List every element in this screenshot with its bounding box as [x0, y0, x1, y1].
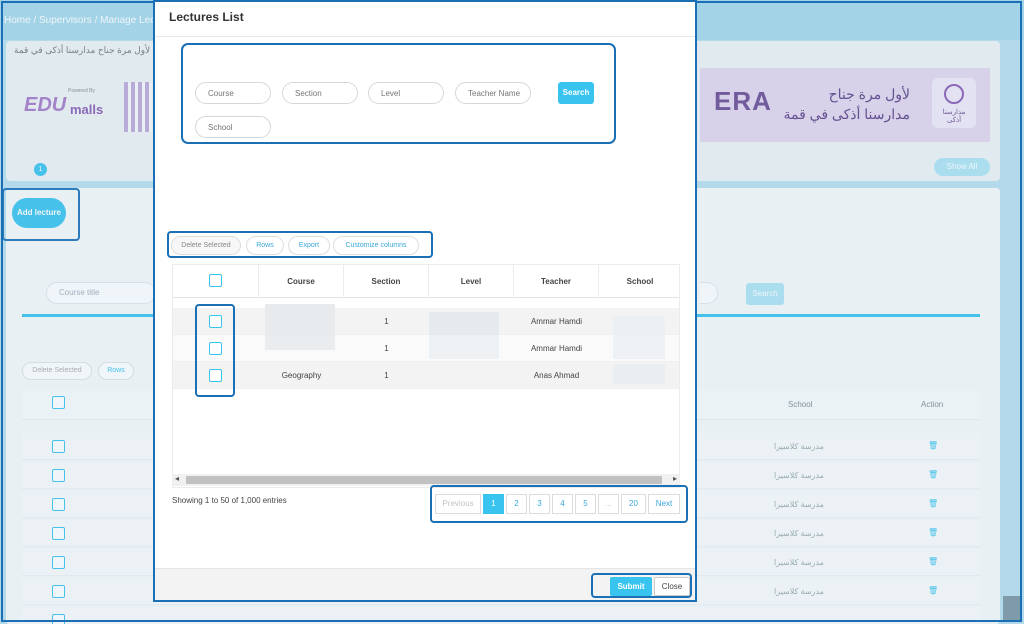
- redacted-course: [265, 304, 335, 335]
- page-3-button[interactable]: 3: [529, 494, 550, 514]
- redacted-school: [613, 335, 665, 359]
- page-2-button[interactable]: 2: [506, 494, 527, 514]
- customize-columns-button[interactable]: Customize columns: [333, 236, 419, 255]
- delete-selected-button[interactable]: Delete Selected: [171, 236, 241, 255]
- section-cell: 1: [384, 344, 389, 353]
- page-4-button[interactable]: 4: [552, 494, 573, 514]
- header-select-cell: [173, 265, 259, 298]
- previous-page-button[interactable]: Previous: [435, 494, 481, 514]
- header-section[interactable]: Section: [344, 265, 429, 298]
- redacted-level: [429, 312, 499, 335]
- redacted-course: [265, 335, 335, 350]
- export-button[interactable]: Export: [288, 236, 330, 255]
- header-school[interactable]: School: [599, 265, 679, 298]
- close-button[interactable]: Close: [654, 577, 690, 596]
- header-level[interactable]: Level: [429, 265, 514, 298]
- table-header: Course Section Level Teacher School: [173, 265, 679, 298]
- page-20-button[interactable]: 20: [621, 494, 646, 514]
- course-filter-input[interactable]: [195, 82, 271, 104]
- table-row[interactable]: 1 Ammar Hamdi: [173, 304, 679, 338]
- teacher-cell: Ammar Hamdi: [530, 317, 583, 326]
- search-button[interactable]: Search: [558, 82, 594, 104]
- course-cell: Geography: [281, 371, 322, 380]
- table-row[interactable]: Geography 1 Anas Ahmad: [173, 362, 679, 389]
- school-filter-input[interactable]: [195, 116, 271, 138]
- teacher-cell: Anas Ahmad: [533, 371, 580, 380]
- scroll-right-icon[interactable]: ▸: [673, 474, 677, 483]
- rows-button[interactable]: Rows: [246, 236, 284, 255]
- next-page-button[interactable]: Next: [648, 494, 680, 514]
- section-cell: 1: [384, 371, 389, 380]
- level-filter-input[interactable]: [368, 82, 444, 104]
- redacted-level: [429, 335, 499, 359]
- teacher-cell: Ammar Hamdi: [530, 344, 583, 353]
- modal-header-divider: [155, 36, 695, 37]
- section-filter-input[interactable]: [282, 82, 358, 104]
- page-1-button[interactable]: 1: [483, 494, 504, 514]
- header-teacher[interactable]: Teacher: [514, 265, 599, 298]
- entries-info: Showing 1 to 50 of 1,000 entries: [172, 496, 287, 505]
- submit-button[interactable]: Submit: [610, 577, 652, 596]
- modal-title: Lectures List: [169, 10, 244, 24]
- lectures-list-modal: Lectures List Search Delete Selected Row…: [153, 0, 697, 602]
- select-all-checkbox[interactable]: [209, 274, 222, 287]
- lectures-table: Course Section Level Teacher School 1 Am…: [172, 264, 680, 488]
- redacted-school: [613, 364, 665, 384]
- scrollbar-thumb[interactable]: [186, 476, 662, 484]
- table-row[interactable]: 1 Ammar Hamdi: [173, 335, 679, 362]
- checkbox-column-highlight: [195, 304, 235, 397]
- ellipsis-page: ...: [598, 494, 619, 514]
- header-course[interactable]: Course: [259, 265, 344, 298]
- page-5-button[interactable]: 5: [575, 494, 596, 514]
- section-cell: 1: [384, 317, 389, 326]
- teacher-filter-input[interactable]: [455, 82, 531, 104]
- scroll-left-icon[interactable]: ◂: [175, 474, 179, 483]
